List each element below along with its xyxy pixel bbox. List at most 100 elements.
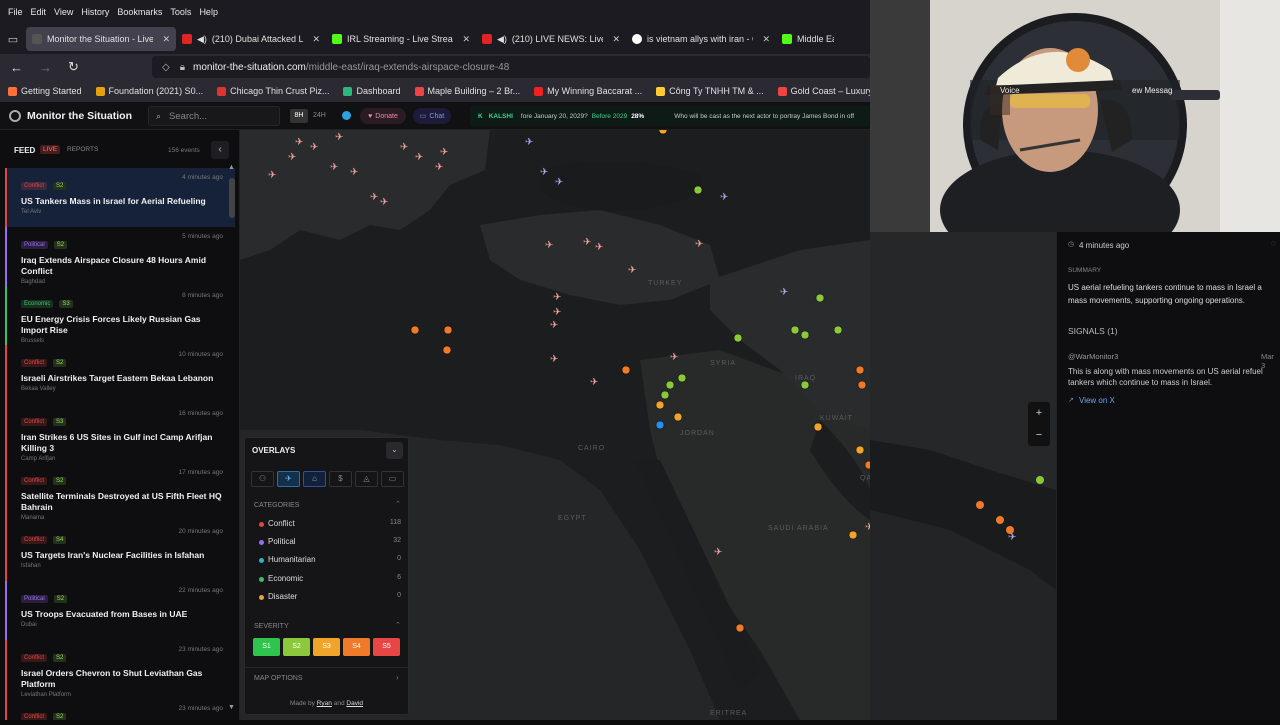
event-marker[interactable] [677, 373, 687, 383]
severity-s2-button[interactable]: S2 [283, 638, 310, 656]
camera-layer-icon[interactable]: ▭ [381, 471, 404, 487]
aircraft-marker[interactable]: ✈ [400, 142, 408, 153]
category-toggle[interactable]: Economic 6 [259, 573, 401, 591]
aircraft-marker[interactable]: ✈ [540, 167, 548, 178]
scrollbar-thumb[interactable] [229, 178, 235, 218]
close-tab-icon[interactable]: ✕ [762, 34, 770, 45]
bag-layer-icon[interactable]: ⌂ [303, 471, 326, 487]
aircraft-marker[interactable]: ✈ [525, 137, 533, 148]
people-layer-icon[interactable]: ⚇ [251, 471, 274, 487]
menu-help[interactable]: Help [195, 7, 222, 17]
event-marker[interactable] [442, 345, 452, 355]
aircraft-marker[interactable]: ✈ [695, 239, 703, 250]
aircraft-marker[interactable]: ✈ [553, 307, 561, 318]
event-marker[interactable] [733, 333, 743, 343]
aircraft-marker[interactable]: ✈ [550, 320, 558, 331]
menu-bookmarks[interactable]: Bookmarks [113, 7, 166, 17]
zoom-out-icon[interactable]: − [1028, 424, 1050, 446]
ticker[interactable]: K KALSHI fore January 20, 2029? Before 2… [470, 106, 870, 126]
signal-user[interactable]: @WarMonitor3 [1068, 352, 1118, 361]
bookmark-item[interactable]: My Winning Baccarat ... [534, 86, 642, 96]
event-marker[interactable] [800, 330, 810, 340]
feed-item[interactable]: Conflict S2 23 minutes ago [5, 699, 235, 720]
aircraft-marker[interactable]: ✈ [553, 292, 561, 303]
aircraft-marker[interactable]: ✈ [714, 547, 722, 558]
bookmark-item[interactable]: Maple Building – 2 Br... [414, 86, 520, 96]
feed-item[interactable]: Conflict S3 16 minutes ago Iran Strikes 6 U… [5, 404, 235, 463]
tab-google-search[interactable]: is vietnam allys with iran - Goo ✕ [626, 27, 776, 51]
aircraft-marker[interactable]: ✈ [670, 352, 678, 363]
event-marker[interactable] [800, 380, 810, 390]
aircraft-marker[interactable]: ✈ [628, 265, 636, 276]
tab-irl-streaming[interactable]: IRL Streaming - Live Streams or ✕ [326, 27, 476, 51]
aircraft-marker[interactable]: ✈ [550, 354, 558, 365]
event-marker[interactable] [410, 325, 420, 335]
tab-middle-east[interactable]: Middle East [776, 27, 840, 51]
feed-item[interactable]: Political S2 5 minutes ago Iraq Extends Air… [5, 227, 235, 286]
map-options-row[interactable]: MAP OPTIONS › [245, 667, 408, 687]
close-tab-icon[interactable]: ✕ [312, 34, 320, 45]
back-icon[interactable]: ← [10, 60, 23, 75]
category-toggle[interactable]: Conflict 118 [259, 518, 401, 536]
close-tab-icon[interactable]: ✕ [462, 34, 470, 45]
donate-button[interactable]: ♥ Donate [360, 108, 406, 124]
lock-icon[interactable]: 🔒︎ [180, 62, 185, 73]
map-extension[interactable]: ✈ + − [870, 230, 1056, 720]
category-toggle[interactable]: Disaster 0 [259, 591, 401, 609]
event-marker[interactable] [813, 422, 823, 432]
event-marker[interactable] [621, 365, 631, 375]
menu-tools[interactable]: Tools [166, 7, 195, 17]
reports-tab[interactable]: REPORTS [67, 146, 98, 153]
event-marker[interactable] [996, 516, 1004, 524]
menu-file[interactable]: File [4, 7, 27, 17]
feed-item[interactable]: Conflict S2 23 minutes ago Israel Orders Ch… [5, 640, 235, 699]
bookmark-item[interactable]: Công Ty TNHH TM & ... [656, 86, 764, 96]
severity-s1-button[interactable]: S1 [253, 638, 280, 656]
menu-history[interactable]: History [77, 7, 113, 17]
aircraft-layer-icon[interactable]: ✈︎ [277, 471, 300, 487]
aircraft-marker[interactable]: ✈ [435, 162, 443, 173]
event-marker[interactable] [735, 623, 745, 633]
categories-chevron-icon[interactable]: ⌃ [395, 500, 401, 508]
aircraft-marker[interactable]: ✈ [350, 167, 358, 178]
money-layer-icon[interactable]: $ [329, 471, 352, 487]
severity-s5-button[interactable]: S5 [373, 638, 400, 656]
aircraft-marker[interactable]: ✈ [288, 152, 296, 163]
severity-s3-button[interactable]: S3 [313, 638, 340, 656]
event-marker[interactable] [815, 293, 825, 303]
feed-item[interactable]: Political S2 22 minutes ago US Troops Evacu… [5, 581, 235, 640]
severity-chevron-icon[interactable]: ⌃ [395, 621, 401, 629]
time-8h-button[interactable]: 8H [290, 109, 308, 123]
feed-item[interactable]: Conflict S2 4 minutes ago US Tankers Mass i… [5, 168, 235, 227]
category-toggle[interactable]: Political 32 [259, 536, 401, 554]
event-marker[interactable] [848, 530, 858, 540]
aircraft-marker[interactable]: ✈ [583, 237, 591, 248]
event-marker[interactable] [655, 420, 665, 430]
feed-item[interactable]: Conflict S4 20 minutes ago US Targets Iran'… [5, 522, 235, 581]
category-toggle[interactable]: Humanitarian 0 [259, 554, 401, 572]
detail-close-icon[interactable]: ◌ [1271, 239, 1276, 248]
event-marker[interactable] [1036, 476, 1044, 484]
view-on-x-link[interactable]: View on X [1079, 396, 1115, 405]
tab-list-icon[interactable]: ▭ [0, 33, 26, 46]
event-marker[interactable] [855, 445, 865, 455]
aircraft-marker[interactable]: ✈ [330, 162, 338, 173]
aircraft-marker[interactable]: ✈ [440, 147, 448, 158]
aircraft-marker[interactable]: ✈ [370, 192, 378, 203]
aircraft-marker[interactable]: ✈ [590, 377, 598, 388]
bookmark-item[interactable]: Chicago Thin Crust Piz... [217, 86, 329, 96]
aircraft-marker[interactable]: ✈ [310, 142, 318, 153]
close-tab-icon[interactable]: ✕ [612, 34, 620, 45]
telegram-icon[interactable] [342, 111, 351, 120]
search-box[interactable]: ⌕ Search... [148, 106, 280, 126]
aircraft-marker[interactable]: ✈ [295, 137, 303, 148]
tab-youtube-dubai[interactable]: ◀) (210) Dubai Attacked LIVE | ✕ [176, 27, 326, 51]
aircraft-marker[interactable]: ✈ [415, 152, 423, 163]
event-marker[interactable] [833, 325, 843, 335]
aircraft-marker[interactable]: ✈ [545, 240, 553, 251]
tab-monitor[interactable]: Monitor the Situation - Live Gl ✕ [26, 27, 176, 51]
bookmark-item[interactable]: Gold Coast – Luxury Li... [777, 86, 870, 96]
aircraft-marker[interactable]: ✈ [335, 132, 343, 143]
bookmark-item[interactable]: Getting Started [8, 86, 82, 96]
menu-view[interactable]: View [50, 7, 77, 17]
